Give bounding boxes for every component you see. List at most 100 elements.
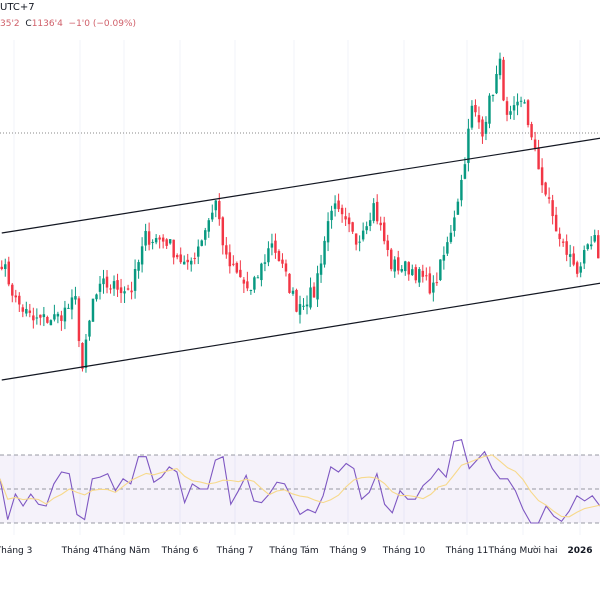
- candle-body: [526, 100, 530, 126]
- candle-body: [305, 304, 309, 307]
- candle-body: [597, 235, 600, 259]
- candle-body: [182, 261, 186, 265]
- candle-body: [498, 58, 502, 76]
- candle-body: [91, 298, 95, 322]
- time-axis-label: Tháng Tám: [269, 546, 319, 556]
- candle-body: [400, 269, 403, 272]
- candle-body: [119, 287, 123, 294]
- candle-body: [446, 242, 449, 254]
- candle-body: [154, 238, 158, 243]
- candle-body: [77, 298, 81, 342]
- candle-body: [558, 233, 561, 240]
- candle-body: [554, 214, 558, 232]
- price-chart[interactable]: [0, 0, 600, 600]
- candle-body: [4, 264, 7, 270]
- candle-body: [246, 281, 249, 289]
- candle-body: [84, 339, 88, 368]
- candle-body: [25, 308, 28, 314]
- candle-body: [505, 101, 509, 115]
- candle-body: [211, 212, 214, 220]
- candle-body: [172, 239, 175, 258]
- candle-body: [14, 295, 18, 298]
- candle-body: [491, 94, 495, 97]
- candle-body: [281, 259, 284, 264]
- candle-body: [225, 245, 228, 255]
- candle-body: [354, 233, 358, 245]
- candle-body: [190, 260, 193, 265]
- candle-body: [365, 226, 368, 231]
- candle-body: [200, 240, 203, 246]
- candle-body: [330, 210, 333, 221]
- candle-body: [442, 254, 446, 261]
- time-axis-label: 2026: [567, 546, 593, 556]
- candle-body: [481, 119, 484, 137]
- candle-body: [333, 203, 337, 209]
- candle-body: [151, 241, 154, 243]
- candle-body: [218, 201, 221, 220]
- candle-body: [270, 243, 274, 248]
- candle-body: [509, 111, 512, 115]
- candle-body: [337, 200, 340, 210]
- candle-body: [590, 244, 593, 247]
- channel-upper-line: [1, 137, 600, 234]
- candle-body: [140, 246, 144, 265]
- candle-body: [274, 240, 277, 253]
- candle-body: [435, 282, 439, 284]
- candle-body: [133, 269, 137, 291]
- candle-body: [204, 230, 207, 240]
- candle-body: [411, 269, 414, 276]
- candle-body: [126, 288, 130, 290]
- candle-body: [309, 287, 312, 308]
- candle-body: [565, 241, 568, 255]
- time-axis-label: Tháng 4: [61, 546, 99, 556]
- candle-body: [56, 313, 60, 317]
- candle-body: [7, 261, 10, 285]
- candle-body: [116, 280, 119, 290]
- candle-body: [284, 263, 288, 272]
- candle-body: [382, 222, 386, 242]
- candle-body: [512, 105, 516, 111]
- candle-body: [386, 240, 389, 250]
- candle-body: [449, 232, 453, 242]
- candle-body: [60, 315, 63, 321]
- candle-body: [428, 273, 432, 294]
- candle-body: [460, 179, 463, 201]
- candle-body: [46, 316, 49, 323]
- candle-body: [575, 262, 579, 274]
- candle-body: [207, 220, 210, 232]
- candle-body: [530, 124, 533, 138]
- candle-body: [340, 207, 344, 215]
- candle-body: [351, 222, 354, 232]
- candle-body: [572, 253, 575, 265]
- candle-body: [316, 273, 319, 300]
- time-axis-label: Tháng 11: [445, 546, 489, 556]
- candle-body: [593, 235, 596, 242]
- time-axis-label: Tháng 9: [329, 546, 367, 556]
- candle-body: [175, 255, 179, 258]
- candle-body: [319, 263, 323, 275]
- candle-body: [239, 269, 242, 278]
- candle-body: [372, 203, 375, 221]
- candle-body: [49, 320, 53, 326]
- candle-body: [102, 278, 105, 285]
- candle-body: [502, 59, 505, 101]
- candle-body: [361, 230, 365, 240]
- candle-body: [179, 254, 182, 263]
- candle-body: [74, 296, 77, 300]
- candle-body: [42, 314, 46, 318]
- candle-body: [544, 182, 547, 195]
- candle-body: [63, 307, 67, 322]
- candle-body: [516, 101, 519, 106]
- candle-body: [137, 262, 140, 271]
- candle-body: [467, 128, 470, 163]
- candle-body: [537, 147, 540, 170]
- candle-body: [165, 239, 168, 246]
- candle-body: [379, 222, 382, 226]
- candle-body: [453, 217, 456, 231]
- candle-body: [368, 220, 372, 226]
- candle-body: [456, 201, 460, 215]
- candle-body: [393, 259, 396, 272]
- candle-body: [344, 216, 347, 220]
- candle-body: [18, 295, 21, 305]
- candle-body: [228, 252, 232, 267]
